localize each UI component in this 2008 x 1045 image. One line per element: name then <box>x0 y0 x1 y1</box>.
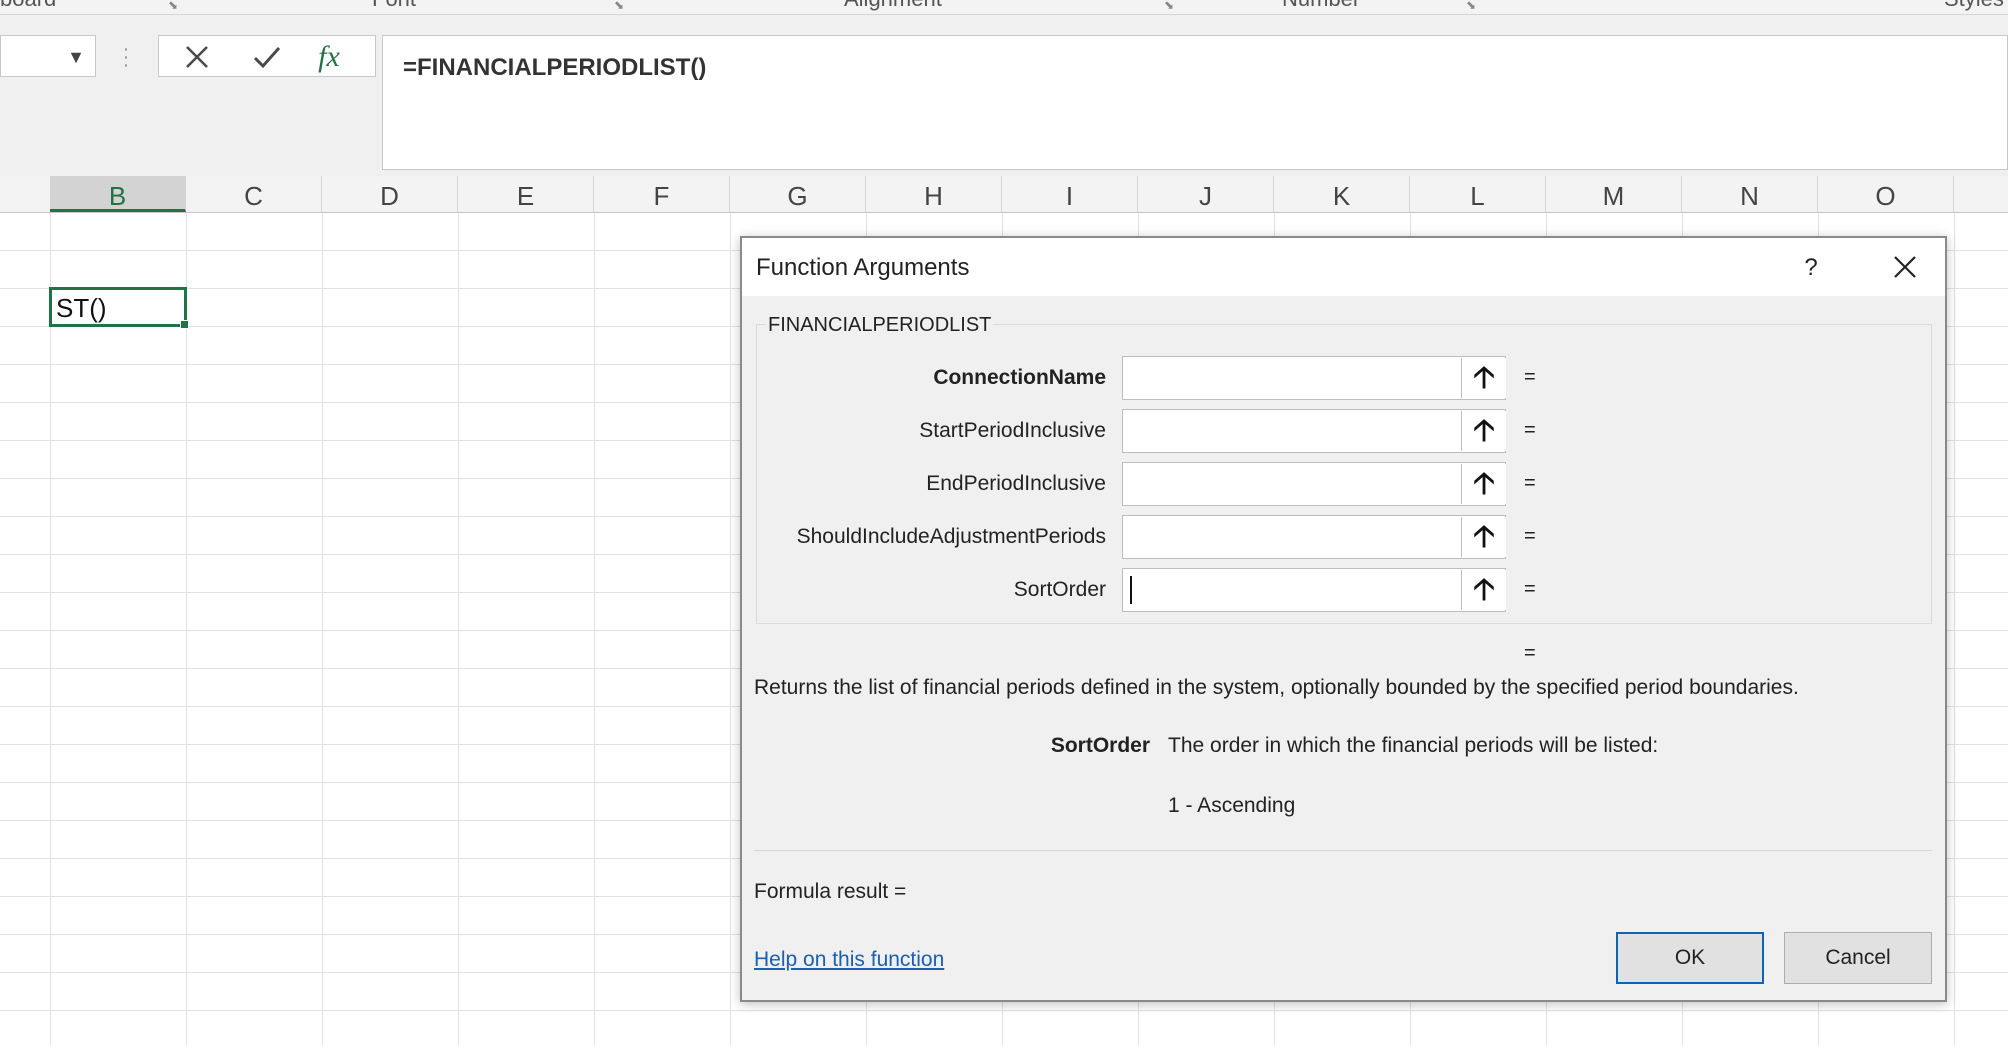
column-header-b[interactable]: B <box>50 176 186 212</box>
collapse-dialog-button[interactable]: 🡡 <box>1461 358 1506 398</box>
active-cell[interactable]: ST() <box>49 287 189 329</box>
check-icon <box>253 47 281 69</box>
ribbon-group-clipboard: board <box>0 0 56 12</box>
close-icon <box>1894 256 1916 278</box>
collapse-dialog-button[interactable]: 🡡 <box>1461 517 1506 557</box>
argument-row-sortorder: SortOrder 🡡 = <box>742 568 1942 612</box>
column-header-f[interactable]: F <box>594 176 730 212</box>
column-header-h[interactable]: H <box>866 176 1002 212</box>
up-arrow-icon: 🡡 <box>1473 414 1495 447</box>
column-header-o[interactable]: O <box>1818 176 1954 212</box>
current-argument-name: SortOrder <box>1050 734 1150 757</box>
help-button[interactable]: ? <box>1789 246 1833 290</box>
argument-input-shouldincludeadjustmentperiods[interactable]: 🡡 <box>1122 515 1506 559</box>
column-header-i[interactable]: I <box>1002 176 1138 212</box>
column-header-e[interactable]: E <box>458 176 594 212</box>
function-description: Returns the list of financial periods de… <box>754 676 1799 699</box>
chevron-down-icon[interactable]: ▼ <box>67 48 85 66</box>
alignment-launcher-icon[interactable]: ⬊ <box>1164 0 1176 12</box>
close-button[interactable] <box>1875 244 1935 290</box>
active-cell-text: ST() <box>56 293 107 323</box>
up-arrow-icon: 🡡 <box>1473 361 1495 394</box>
column-header-c[interactable]: C <box>186 176 322 212</box>
dialog-titlebar[interactable]: Function Arguments ? <box>742 238 1945 296</box>
column-header-k[interactable]: K <box>1274 176 1410 212</box>
up-arrow-icon: 🡡 <box>1473 573 1495 606</box>
current-argument-help-detail: 1 - Ascending <box>1168 794 1296 817</box>
column-header-m[interactable]: M <box>1546 176 1682 212</box>
column-header-j[interactable]: J <box>1138 176 1274 212</box>
argument-label: ShouldIncludeAdjustmentPeriods <box>796 525 1106 548</box>
text-cursor <box>1130 576 1132 604</box>
column-header-d[interactable]: D <box>322 176 458 212</box>
column-header-n[interactable]: N <box>1682 176 1818 212</box>
argument-input-sortorder[interactable]: 🡡 <box>1122 568 1506 612</box>
clipboard-launcher-icon[interactable]: ⬊ <box>168 0 180 12</box>
formula-bar-area: ▼ · · · fx =FINANCIALPERIODLIST() <box>0 15 2008 176</box>
function-arguments-dialog: Function Arguments ? FINANCIALPERIODLIST… <box>740 236 1947 1002</box>
column-headers: B C D E F G H I J K L M N O <box>0 176 2008 213</box>
divider <box>754 850 1932 851</box>
argument-label: ConnectionName <box>933 366 1106 389</box>
function-result-equals: = <box>1524 642 1536 664</box>
function-name-label: FINANCIALPERIODLIST <box>766 314 994 337</box>
number-launcher-icon[interactable]: ⬊ <box>1466 0 1478 12</box>
help-on-this-function-link[interactable]: Help on this function <box>754 948 944 972</box>
drag-handle-icon[interactable]: · · · <box>122 39 130 75</box>
ribbon-group-number: Number <box>1282 0 1360 12</box>
argument-row-connectionname: ConnectionName 🡡 = <box>742 356 1942 400</box>
fill-handle[interactable] <box>180 320 189 329</box>
argument-equals: = <box>1524 419 1536 441</box>
argument-input-endperiodinclusive[interactable]: 🡡 <box>1122 462 1506 506</box>
x-icon <box>186 46 208 68</box>
cancel-button[interactable]: Cancel <box>1784 932 1932 984</box>
ribbon-group-font: Font <box>372 0 416 12</box>
ribbon-group-styles: Styles <box>1944 0 2004 12</box>
insert-function-button[interactable]: fx <box>309 40 349 74</box>
argument-equals: = <box>1524 525 1536 547</box>
column-header-g[interactable]: G <box>730 176 866 212</box>
argument-input-connectionname[interactable]: 🡡 <box>1122 356 1506 400</box>
up-arrow-icon: 🡡 <box>1473 520 1495 553</box>
collapse-dialog-button[interactable]: 🡡 <box>1461 464 1506 504</box>
argument-label: StartPeriodInclusive <box>919 419 1106 442</box>
column-header-l[interactable]: L <box>1410 176 1546 212</box>
argument-equals: = <box>1524 366 1536 388</box>
formula-input[interactable]: =FINANCIALPERIODLIST() <box>382 35 2008 170</box>
formula-result: Formula result = <box>754 880 907 903</box>
ribbon-strip: board ⬊ Font ⬊ Alignment ⬊ Number ⬊ Styl… <box>0 0 2008 15</box>
font-launcher-icon[interactable]: ⬊ <box>614 0 626 12</box>
name-box[interactable]: ▼ <box>0 35 96 77</box>
formula-buttons: fx <box>158 35 376 77</box>
collapse-dialog-button[interactable]: 🡡 <box>1461 411 1506 451</box>
argument-equals: = <box>1524 472 1536 494</box>
up-arrow-icon: 🡡 <box>1473 467 1495 500</box>
argument-label: SortOrder <box>1013 578 1106 601</box>
argument-row-endperiodinclusive: EndPeriodInclusive 🡡 = <box>742 462 1942 506</box>
current-argument-help: The order in which the financial periods… <box>1168 734 1659 757</box>
argument-row-startperiodinclusive: StartPeriodInclusive 🡡 = <box>742 409 1942 453</box>
collapse-dialog-button[interactable]: 🡡 <box>1461 570 1506 610</box>
argument-row-shouldincludeadjustmentperiods: ShouldIncludeAdjustmentPeriods 🡡 = <box>742 515 1942 559</box>
argument-equals: = <box>1524 578 1536 600</box>
dialog-title: Function Arguments <box>756 254 970 281</box>
ok-button[interactable]: OK <box>1616 932 1764 984</box>
ribbon-group-alignment: Alignment <box>844 0 942 12</box>
argument-label: EndPeriodInclusive <box>926 472 1106 495</box>
enter-button[interactable] <box>247 40 287 74</box>
argument-input-startperiodinclusive[interactable]: 🡡 <box>1122 409 1506 453</box>
cancel-entry-button[interactable] <box>177 40 217 74</box>
